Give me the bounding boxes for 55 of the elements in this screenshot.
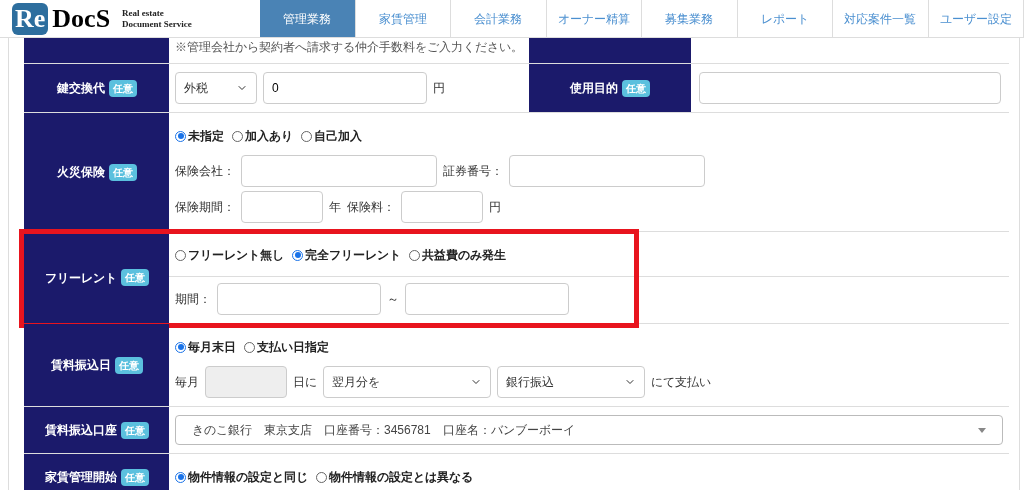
text-input[interactable] <box>509 155 705 187</box>
text-input[interactable] <box>401 191 483 223</box>
radio-option[interactable]: 共益費のみ発生 <box>409 246 506 264</box>
optional-badge: 任意 <box>120 269 149 286</box>
optional-badge: 任意 <box>108 79 137 97</box>
row-label: 家賃管理開始 <box>44 469 117 486</box>
row-label: 賃料振込日 <box>50 357 111 374</box>
field-label: 期間： <box>175 291 211 308</box>
optional-badge: 任意 <box>120 468 149 486</box>
row-label: 使用目的 <box>570 80 618 97</box>
row-label: 鍵交換代 <box>56 80 105 97</box>
text-input[interactable] <box>217 283 381 315</box>
optional-badge: 任意 <box>114 356 143 374</box>
caret-icon <box>978 427 986 433</box>
optional-badge: 任意 <box>108 163 137 181</box>
radio-option[interactable]: 加入あり <box>232 127 293 145</box>
logo-name: DocS <box>52 5 111 32</box>
radio-option[interactable]: 毎月末日 <box>175 338 236 356</box>
select-field[interactable]: 翌月分を <box>323 366 491 398</box>
text-input[interactable] <box>241 191 323 223</box>
field-label: 保険料： <box>347 199 395 216</box>
dropdown-field[interactable]: きのこ銀行 東京支店 口座番号：3456781 口座名：バンブーボーイ <box>175 415 1003 445</box>
row-label: フリーレント <box>44 269 117 287</box>
radio-option[interactable]: 未指定 <box>175 127 224 145</box>
text-input[interactable] <box>405 283 569 315</box>
text-input[interactable] <box>241 155 437 187</box>
optional-badge: 任意 <box>120 421 149 439</box>
nav-tab[interactable]: 管理業務 <box>260 0 356 37</box>
field-label: 保険会社： <box>175 163 235 180</box>
select-field[interactable]: 銀行振込 <box>497 366 645 398</box>
note-text: ※管理会社から契約者へ請求する仲介手数料をご入力ください。 <box>175 39 523 56</box>
logo-tagline: Document Service <box>122 18 192 30</box>
field-label: 日に <box>293 374 317 391</box>
text-input[interactable] <box>699 72 1001 104</box>
row-label: 賃料振込口座 <box>44 422 117 439</box>
field-label: 毎月 <box>175 374 199 391</box>
field-label: 保険期間： <box>175 199 235 216</box>
logo-mark: Re <box>12 2 49 35</box>
field-label: 証券番号： <box>443 163 503 180</box>
field-label: 年 <box>329 199 341 216</box>
radio-option[interactable]: フリーレント無し <box>175 246 284 264</box>
field-label: ～ <box>387 291 399 308</box>
radio-option[interactable]: 完全フリーレント <box>292 246 401 264</box>
field-label: にて支払い <box>651 374 711 391</box>
radio-option[interactable]: 物件情報の設定とは異なる <box>316 468 473 486</box>
optional-badge: 任意 <box>622 79 650 97</box>
row-label: 火災保険 <box>56 164 105 181</box>
select-field[interactable]: 外税 <box>175 72 257 104</box>
radio-option[interactable]: 支払い日指定 <box>244 338 329 356</box>
field-label: 円 <box>433 80 445 97</box>
text-input[interactable]: 0 <box>263 72 427 104</box>
logo-tagline: Real estate <box>122 7 165 19</box>
radio-option[interactable]: 自己加入 <box>301 127 362 145</box>
radio-option[interactable]: 物件情報の設定と同じ <box>175 468 308 486</box>
field-label: 円 <box>489 199 501 216</box>
